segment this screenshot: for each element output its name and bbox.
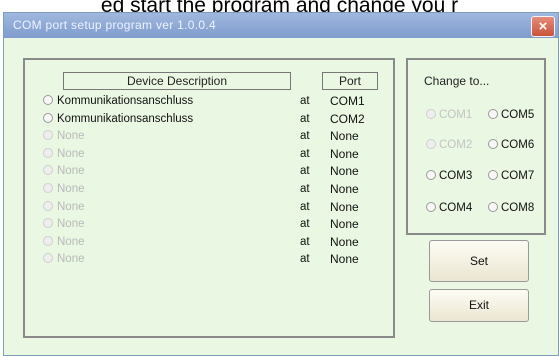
option-radio[interactable] xyxy=(426,202,436,212)
window-title: COM port setup program ver 1.0.0.4 xyxy=(13,18,216,32)
option-radio[interactable] xyxy=(426,139,436,149)
device-radio[interactable] xyxy=(43,165,53,176)
option-label: COM7 xyxy=(501,170,535,182)
at-label: at xyxy=(300,183,310,195)
change-to-title: Change to... xyxy=(424,74,490,88)
set-button[interactable]: Set xyxy=(429,240,529,282)
option-radio[interactable] xyxy=(488,170,498,180)
at-label: at xyxy=(300,165,310,178)
device-radio[interactable] xyxy=(43,130,53,141)
device-radio[interactable] xyxy=(43,112,53,123)
close-icon: × xyxy=(538,18,548,35)
at-label: at xyxy=(300,130,310,143)
device-radio[interactable] xyxy=(43,200,53,211)
option-label: COM4 xyxy=(439,202,473,214)
device-radio[interactable] xyxy=(43,218,53,229)
device-port: None xyxy=(330,182,359,196)
device-row[interactable]: Kommunikationsanschluss at COM2 xyxy=(43,111,373,127)
option-label: COM3 xyxy=(439,170,473,182)
device-name: None xyxy=(57,130,85,143)
device-row[interactable]: None at None xyxy=(43,146,373,162)
device-name: Kommunikationsanschluss xyxy=(57,95,194,107)
device-port: None xyxy=(330,146,359,161)
device-port: None xyxy=(330,217,359,232)
option-radio[interactable] xyxy=(426,170,436,180)
device-port: None xyxy=(330,234,359,249)
title-bar[interactable]: COM port setup program ver 1.0.0.4 × xyxy=(4,13,558,38)
device-radio[interactable] xyxy=(43,147,53,158)
device-port: None xyxy=(330,199,359,214)
device-name: None xyxy=(57,235,85,248)
option-label: COM1 xyxy=(439,109,473,121)
close-button[interactable]: × xyxy=(531,16,555,37)
option-label: COM2 xyxy=(439,139,473,151)
at-label: at xyxy=(300,112,310,125)
device-row[interactable]: Kommunikationsanschluss at COM1 xyxy=(43,93,373,109)
option-radio[interactable] xyxy=(488,139,498,149)
device-row[interactable]: None at None xyxy=(43,181,373,197)
device-port: COM1 xyxy=(330,94,365,108)
device-name: None xyxy=(57,253,85,266)
option-label: COM5 xyxy=(501,109,535,121)
device-row[interactable]: None at None xyxy=(43,128,373,144)
at-label: at xyxy=(300,253,310,266)
device-radio[interactable] xyxy=(43,95,53,105)
device-radio[interactable] xyxy=(43,253,53,264)
option-radio[interactable] xyxy=(426,109,436,119)
device-port: None xyxy=(330,252,359,267)
device-row[interactable]: None at None xyxy=(43,163,373,179)
device-name: None xyxy=(57,200,85,213)
device-row[interactable]: None at None xyxy=(43,199,373,215)
device-row[interactable]: None at None xyxy=(43,216,373,232)
option-label: COM8 xyxy=(501,202,535,214)
device-port: COM2 xyxy=(330,111,365,126)
at-label: at xyxy=(300,218,310,231)
port-header: Port xyxy=(322,72,378,90)
at-label: at xyxy=(300,200,310,213)
option-radio[interactable] xyxy=(488,109,498,119)
device-description-header: Device Description xyxy=(63,72,291,90)
at-label: at xyxy=(300,235,310,248)
option-label: COM6 xyxy=(501,139,535,151)
at-label: at xyxy=(300,95,310,107)
device-radio[interactable] xyxy=(43,183,53,193)
device-port: None xyxy=(330,164,359,179)
device-port: None xyxy=(330,129,359,144)
device-row[interactable]: None at None xyxy=(43,251,373,267)
device-name: None xyxy=(57,147,85,160)
exit-button[interactable]: Exit xyxy=(429,289,529,322)
option-radio[interactable] xyxy=(488,202,498,212)
device-name: None xyxy=(57,165,85,178)
device-name: None xyxy=(57,218,85,231)
com-setup-window: COM port setup program ver 1.0.0.4 × Dev… xyxy=(3,12,559,356)
device-name: None xyxy=(57,183,85,195)
device-radio[interactable] xyxy=(43,235,53,246)
at-label: at xyxy=(300,147,310,160)
device-row[interactable]: None at None xyxy=(43,234,373,250)
device-name: Kommunikationsanschluss xyxy=(57,112,194,125)
